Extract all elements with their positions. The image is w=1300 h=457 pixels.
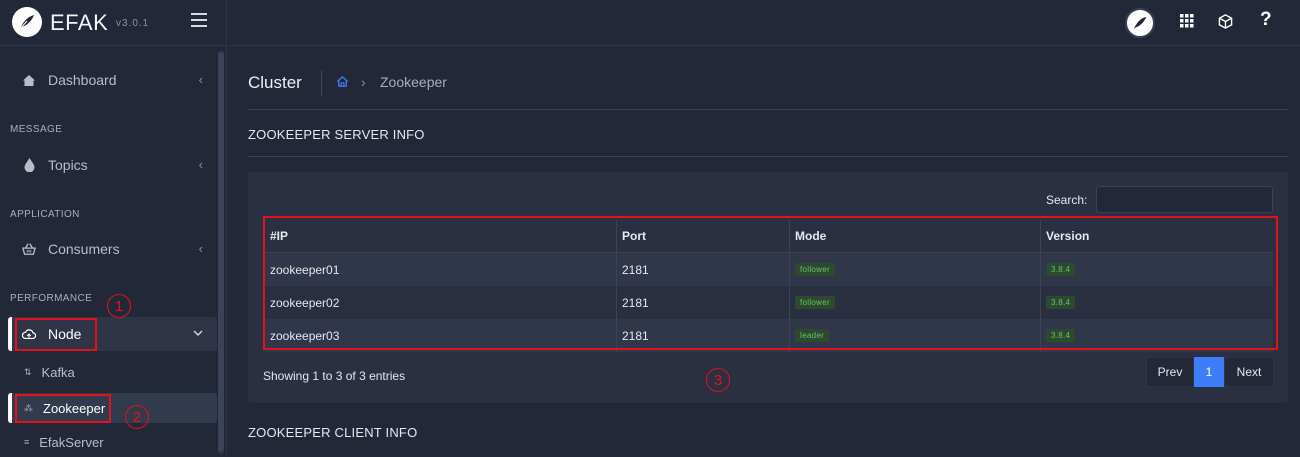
cube-icon[interactable] (1218, 14, 1233, 29)
server-info-title: ZOOKEEPER SERVER INFO (248, 127, 425, 142)
sidebar-item-label: Consumers (48, 241, 120, 257)
help-icon[interactable]: ? (1260, 9, 1272, 31)
pagination-prev-button[interactable]: Prev (1146, 357, 1194, 387)
section-label-message: MESSAGE (10, 124, 63, 135)
pagination: Prev 1 Next (1146, 357, 1274, 387)
sidebar-item-label: Dashboard (48, 72, 117, 88)
pagination-page-button[interactable]: 1 (1194, 357, 1224, 387)
section-label-application: APPLICATION (10, 209, 80, 220)
sidebar-subitem-label: EfakServer (39, 434, 104, 450)
server-info-card: Search: #IP Port Mode Version zookeeper0… (248, 172, 1288, 403)
efak-logo-icon (12, 7, 42, 37)
divider (248, 109, 1288, 110)
search-input[interactable] (1096, 186, 1273, 213)
breadcrumb-current: Zookeeper (380, 74, 447, 90)
annotation-number-3: 3 (706, 368, 730, 392)
list-icon: ≡ (24, 437, 30, 447)
sidebar-item-dashboard[interactable]: Dashboard ‹ (8, 63, 217, 97)
main-content: Cluster › Zookeeper ZOOKEEPER SERVER INF… (228, 47, 1300, 455)
brand-bar: EFAK v3.0.1 (0, 0, 227, 46)
annotation-number-2: 2 (125, 405, 149, 429)
user-avatar[interactable] (1125, 8, 1155, 38)
breadcrumb-divider (321, 70, 322, 96)
chevron-left-icon: ‹ (198, 157, 203, 172)
menu-toggle-icon[interactable] (191, 13, 207, 27)
page-title: Cluster (248, 73, 302, 92)
brand-name: EFAK (50, 10, 109, 35)
annotation-number-1: 1 (107, 294, 131, 318)
chevron-left-icon: ‹ (198, 241, 203, 256)
apps-grid-icon[interactable] (1180, 14, 1194, 28)
basket-icon (22, 242, 36, 256)
sidebar-item-label: Topics (48, 157, 88, 173)
droplet-icon (22, 158, 36, 172)
annotation-box-table (263, 216, 1278, 350)
sidebar: EFAK v3.0.1 Dashboard ‹ MESSAGE Topics ‹… (0, 0, 227, 455)
annotation-box-node (15, 318, 97, 351)
breadcrumb-home-icon[interactable] (336, 75, 349, 93)
table-info-text: Showing 1 to 3 of 3 entries (263, 369, 406, 383)
brand-version: v3.0.1 (116, 18, 150, 29)
section-label-performance: PERFORMANCE (10, 293, 93, 304)
sitemap-icon: ⇅ (24, 366, 32, 377)
search-label: Search: (1046, 193, 1088, 207)
sidebar-subitem-efakserver[interactable]: ≡ EfakServer (8, 427, 217, 457)
chevron-left-icon: ‹ (198, 72, 203, 87)
sidebar-scrollbar-thumb[interactable] (218, 52, 224, 452)
sidebar-subitem-kafka[interactable]: ⇅ Kafka (8, 357, 217, 387)
divider (248, 156, 1288, 157)
sidebar-subitem-label: Kafka (41, 364, 75, 380)
client-info-title: ZOOKEEPER CLIENT INFO (248, 425, 418, 440)
top-bar: ? (228, 0, 1300, 46)
chevron-down-icon (193, 325, 203, 340)
sidebar-item-consumers[interactable]: Consumers ‹ (8, 232, 217, 266)
breadcrumb-chevron-icon: › (361, 74, 366, 90)
sidebar-item-topics[interactable]: Topics ‹ (8, 148, 217, 182)
annotation-box-zookeeper (15, 394, 111, 423)
pagination-next-button[interactable]: Next (1224, 357, 1274, 387)
home-icon (22, 73, 36, 87)
